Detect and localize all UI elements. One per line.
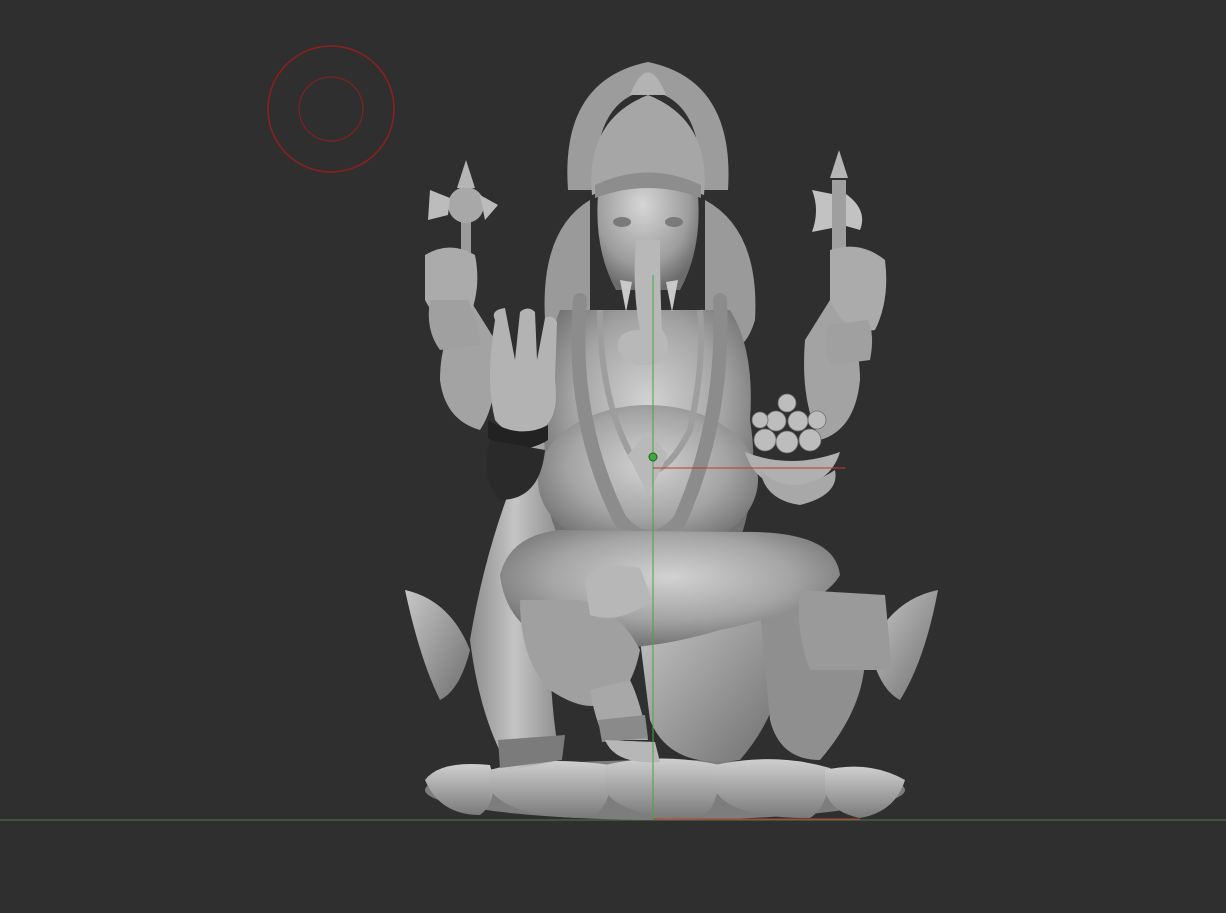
left-tusk <box>620 280 632 312</box>
gizmo-center[interactable] <box>648 452 658 462</box>
3d-viewport[interactable] <box>0 0 1226 913</box>
right-axe <box>812 150 863 260</box>
left-eye <box>613 217 631 227</box>
sculpt-model[interactable] <box>405 62 938 820</box>
foot <box>605 740 660 763</box>
brush-cursor-icon <box>267 45 395 173</box>
right-eye <box>665 217 683 227</box>
left-blessing-hand <box>490 308 557 434</box>
right-raised-forearm <box>824 320 873 365</box>
right-tusk <box>666 280 678 312</box>
viewport-canvas[interactable] <box>0 0 1226 913</box>
right-knee-cloth <box>798 590 892 670</box>
